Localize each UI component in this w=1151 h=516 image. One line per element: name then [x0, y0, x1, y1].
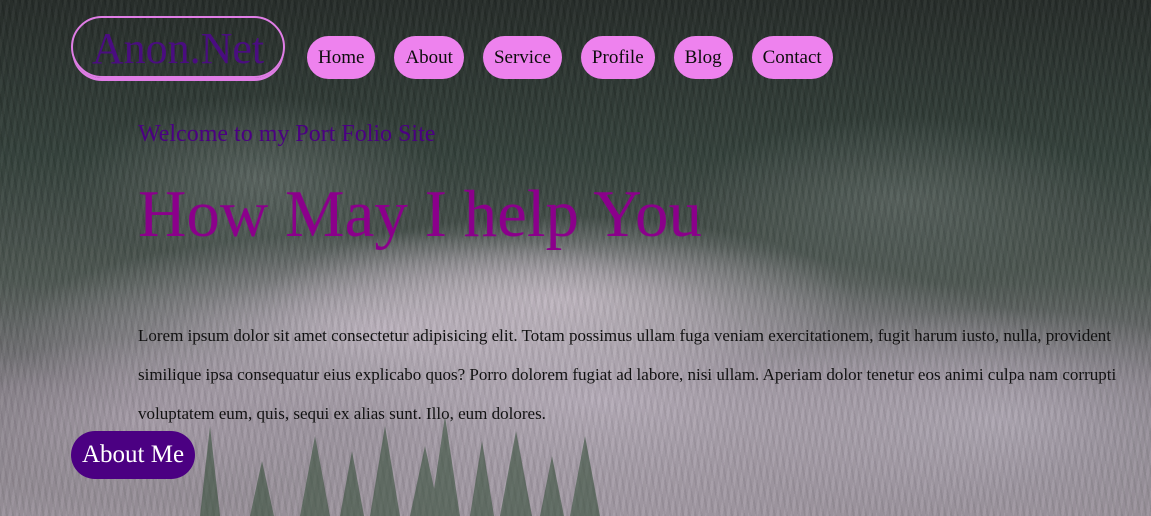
- nav-home-button[interactable]: Home: [307, 36, 376, 79]
- welcome-text: Welcome to my Port Folio Site: [138, 121, 436, 147]
- about-me-button[interactable]: About Me: [71, 431, 196, 479]
- main-nav: Home About Service Profile Blog Contact: [307, 36, 833, 79]
- hero-paragraph: Lorem ipsum dolor sit amet consectetur a…: [138, 326, 1117, 423]
- nav-about-button[interactable]: About: [394, 36, 464, 79]
- nav-service-button[interactable]: Service: [482, 36, 562, 79]
- nav-contact-button[interactable]: Contact: [751, 36, 833, 79]
- hero-headline: How May I help You: [138, 177, 702, 251]
- nav-blog-button[interactable]: Blog: [673, 36, 733, 79]
- nav-profile-button[interactable]: Profile: [580, 36, 655, 79]
- site-logo[interactable]: Anon.Net: [71, 16, 285, 78]
